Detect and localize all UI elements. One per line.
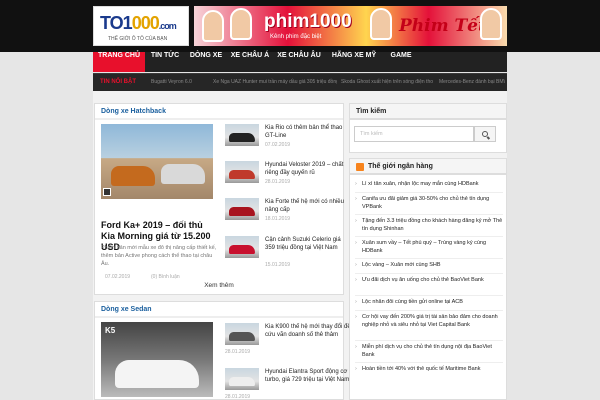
ticker-item[interactable]: Mercedes-Benz đánh bại BMW — [439, 74, 505, 91]
banner-title: phim1000 — [264, 11, 352, 32]
image-caption: K5 — [105, 326, 116, 335]
search-widget: Tìm kiếm Tìm kiếm — [349, 103, 507, 153]
see-more-link[interactable]: Xem thêm — [95, 282, 343, 289]
featured-comments[interactable]: (0) Bình luận — [151, 274, 180, 280]
sedan-heading[interactable]: Dòng xe Sedan — [95, 302, 343, 318]
banner-badge: Phim Tết — [399, 16, 486, 36]
banner-face-image — [370, 8, 392, 40]
ticker-item[interactable]: Bugatti Veyron 6.0 — [151, 74, 209, 91]
bank-news-widget: Thế giới ngân hàng Lì xì tân xuân, nhận … — [349, 158, 507, 400]
nav-game[interactable]: GAME — [383, 52, 419, 72]
hatchback-section: Dòng xe Hatchback Ford Ka+ 2019 – đối th… — [94, 103, 344, 295]
sedan-section: Dòng xe Sedan K5 Kia K900 thế hệ mới tha… — [94, 301, 351, 400]
featured-image[interactable] — [101, 124, 213, 199]
article-date: 07.02.2019 — [265, 142, 291, 148]
bank-news-item[interactable]: Xuân sum vầy – Tết phú quý – Trúng vàng … — [355, 240, 503, 255]
article-date: 15.01.2019 — [265, 262, 291, 268]
article-date: 28.01.2019 — [265, 179, 291, 185]
car-image — [115, 360, 199, 388]
featured-image[interactable]: K5 — [101, 322, 213, 397]
nav-car-lines[interactable]: DÒNG XE — [185, 52, 227, 72]
bank-news-item[interactable]: Lì xì tân xuân, nhận lộc may mắn cùng HD… — [355, 181, 503, 189]
bank-news-item[interactable]: Ưu đãi dịch vụ ăn uống cho chủ thẻ BaoVi… — [355, 277, 503, 285]
featured-description: Phiên bản mới mẫu xe đô thị nâng cấp thi… — [101, 245, 217, 267]
news-ticker: TIN NỔI BẬT Bugatti Veyron 6.0 Xe Nga UA… — [93, 73, 507, 91]
banner-face-image — [230, 8, 252, 40]
hatchback-heading[interactable]: Dòng xe Hatchback — [95, 104, 343, 120]
article-title[interactable]: Kia Forte thế hệ mới có nhiều nâng cấp — [265, 198, 351, 214]
article-thumb[interactable] — [225, 198, 259, 220]
nav-news[interactable]: TIN TỨC — [145, 52, 185, 72]
bank-news-item[interactable]: Cơ hội vay đến 200% giá trị tài sản bảo … — [355, 314, 503, 329]
nav-american-brands[interactable]: HÃNG XE MỸ — [325, 52, 383, 72]
logo-tagline: THẾ GIỚI Ô TÔ CỦA BẠN — [108, 36, 168, 42]
search-input[interactable]: Tìm kiếm — [354, 126, 474, 142]
search-button[interactable] — [474, 126, 496, 142]
ticker-label: TIN NỔI BẬT — [100, 79, 136, 85]
nav-asian-cars[interactable]: XE CHÂU Á — [227, 52, 273, 72]
search-heading: Tìm kiếm — [350, 104, 506, 120]
article-icon — [103, 188, 111, 196]
bank-news-item[interactable]: Lộc vàng – Xuân mới cùng SHB — [355, 262, 503, 270]
article-date: 28.01.2019 — [225, 349, 251, 355]
bank-news-heading: Thế giới ngân hàng — [350, 159, 506, 175]
article-title[interactable]: Hyundai Elantra Sport động cơ turbo, giá… — [265, 368, 351, 384]
car-image — [111, 166, 155, 186]
nav-home[interactable]: TRANG CHỦ — [93, 52, 145, 72]
page-content: Dòng xe Hatchback Ford Ka+ 2019 – đối th… — [93, 91, 507, 400]
article-date: 18.01.2019 — [265, 216, 291, 222]
article-thumb[interactable] — [225, 323, 259, 345]
article-thumb[interactable] — [225, 368, 259, 390]
ticker-item[interactable]: Xe Nga UAZ Hunter mui trần máy dầu giá 3… — [213, 74, 337, 91]
logo-wordmark: TO1000.com — [100, 13, 177, 33]
bank-news-item[interactable]: Canifa ưu đãi giảm giá 30-50% cho chủ th… — [355, 196, 503, 211]
bank-news-item[interactable]: Miễn phí dịch vụ cho chủ thẻ tín dụng nộ… — [355, 344, 503, 359]
article-thumb[interactable] — [225, 161, 259, 183]
article-title[interactable]: Hyundai Veloster 2019 – chất riêng đầy q… — [265, 161, 351, 177]
bank-news-item[interactable]: Lộc nhân đôi cùng tiền gửi online tại AC… — [355, 299, 503, 307]
site-logo[interactable]: TO1000.com THẾ GIỚI Ô TÔ CỦA BẠN — [93, 6, 189, 46]
header-banner-ad[interactable]: phim1000 Kênh phim đặc biệt Phim Tết — [194, 6, 507, 46]
banner-face-image — [480, 8, 502, 40]
ticker-item[interactable]: Skoda Ghost xuất hiện trên sóng điện tho… — [341, 74, 433, 91]
main-nav: TRANG CHỦ TIN TỨC DÒNG XE XE CHÂU Á XE C… — [93, 52, 507, 72]
car-image — [161, 164, 205, 184]
article-thumb[interactable] — [225, 236, 259, 258]
bank-news-item[interactable]: Hoàn tiền tới 40% với thẻ quốc tế Mariti… — [355, 366, 503, 374]
banner-face-image — [202, 10, 224, 42]
article-title[interactable]: Cận cảnh Suzuki Celerio giá 359 triệu đồ… — [265, 236, 351, 252]
article-title[interactable]: Kia Rio có thêm bản thể thao GT-Line — [265, 124, 351, 140]
article-thumb[interactable] — [225, 124, 259, 146]
article-date: 28.01.2019 — [225, 394, 251, 400]
bank-news-item[interactable]: Tặng đến 3.3 triệu đồng cho khách hàng đ… — [355, 218, 503, 233]
article-title[interactable]: Kia K900 thế hệ mới thay đổi để cứu vãn … — [265, 323, 351, 339]
rss-icon — [356, 163, 364, 171]
nav-european-cars[interactable]: XE CHÂU ÂU — [273, 52, 325, 72]
featured-date: 07.02.2019 — [105, 274, 131, 280]
banner-subtitle: Kênh phim đặc biệt — [270, 34, 322, 40]
